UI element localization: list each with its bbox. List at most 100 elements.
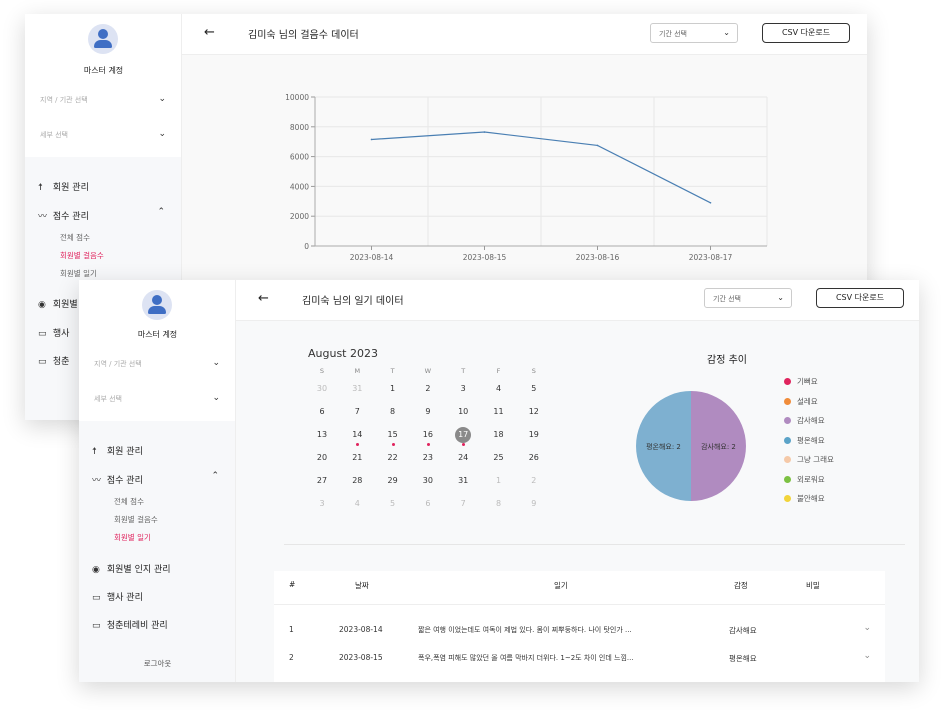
- period-select[interactable]: 기간 선택 ⌄: [650, 23, 738, 43]
- calendar-day[interactable]: 2: [516, 476, 552, 485]
- calendar-day[interactable]: 27: [304, 476, 340, 485]
- calendar-icon: ▭: [92, 593, 101, 603]
- calendar-day[interactable]: 26: [516, 453, 552, 462]
- calendar-day[interactable]: 18: [481, 430, 517, 439]
- calendar-day[interactable]: 3: [445, 384, 481, 393]
- detail-select[interactable]: 세부 선택 ⌄: [94, 393, 220, 404]
- submenu-member-diary[interactable]: 회원별 일기: [60, 268, 97, 279]
- chevron-up-icon[interactable]: ⌃: [157, 207, 165, 217]
- sidebar-item-scores[interactable]: 〰 점수 관리: [38, 209, 89, 222]
- submenu-all-scores[interactable]: 전체 점수: [114, 496, 144, 507]
- calendar-day[interactable]: 5: [516, 384, 552, 393]
- sidebar-item-events[interactable]: ▭ 행사 관리: [92, 590, 143, 603]
- sidebar-item-scores[interactable]: 〰 점수 관리: [92, 473, 143, 486]
- calendar-day[interactable]: 9: [410, 407, 446, 416]
- diary-marker-dot: [426, 443, 430, 446]
- sidebar-item-tv[interactable]: ▭ 청춘테레비 관리: [92, 618, 168, 631]
- calendar-day[interactable]: 31: [339, 384, 375, 393]
- emotion-icon: [784, 475, 791, 483]
- calendar-day[interactable]: 6: [304, 407, 340, 416]
- calendar-day[interactable]: 4: [339, 499, 375, 508]
- calendar-day[interactable]: 30: [410, 476, 446, 485]
- calendar-day[interactable]: 5: [375, 499, 411, 508]
- detail-select[interactable]: 세부 선택 ⌄: [40, 129, 166, 140]
- emotion-icon: [784, 378, 791, 385]
- calendar-day[interactable]: 31: [445, 476, 481, 485]
- detail-select-label: 세부 선택: [40, 131, 68, 139]
- person-icon: ☨: [38, 183, 43, 193]
- chevron-down-icon[interactable]: ⌄: [863, 623, 871, 633]
- y-tick-label: 0: [304, 242, 309, 251]
- csv-download-button[interactable]: CSV 다운로드: [762, 23, 850, 43]
- calendar-day[interactable]: 25: [481, 453, 517, 462]
- back-arrow-icon[interactable]: ←: [204, 25, 215, 40]
- calendar-day[interactable]: 7: [445, 499, 481, 508]
- sidebar-item-tv[interactable]: ▭ 청춘: [38, 354, 69, 367]
- calendar-day[interactable]: 11: [481, 407, 517, 416]
- calendar-day[interactable]: 21: [339, 453, 375, 462]
- legend-label: 불안해요: [797, 494, 825, 503]
- menu-label: 청춘: [52, 357, 70, 367]
- diary-window: 마스터 계정 지역 / 기관 선택 ⌄ 세부 선택 ⌄ ☨ 회원 관리 〰 점수 관…: [79, 280, 919, 682]
- monitor-icon: ▭: [38, 357, 47, 367]
- region-select-label: 지역 / 기관 선택: [94, 360, 142, 368]
- calendar-day[interactable]: 17: [445, 427, 481, 446]
- row-date: 2023-08-15: [339, 653, 383, 662]
- calendar-day[interactable]: 9: [516, 499, 552, 508]
- back-arrow-icon[interactable]: ←: [258, 291, 269, 306]
- header-no: #: [289, 580, 296, 589]
- avatar: [142, 290, 172, 320]
- weekday-label: W: [424, 367, 432, 375]
- submenu-member-steps[interactable]: 회원별 걸음수: [60, 250, 104, 261]
- selected-day-number: 17: [455, 427, 472, 443]
- region-select[interactable]: 지역 / 기관 선택 ⌄: [94, 358, 220, 369]
- chevron-up-icon[interactable]: ⌃: [211, 471, 219, 481]
- calendar-day[interactable]: 30: [304, 384, 340, 393]
- period-select[interactable]: 기간 선택 ⌄: [704, 288, 792, 308]
- calendar-day[interactable]: 7: [339, 407, 375, 416]
- page-title: 김미숙 님의 걸음수 데이터: [248, 30, 359, 41]
- main-panel: ← 김미숙 님의 일기 데이터 기간 선택 ⌄ CSV 다운로드 August 2…: [236, 280, 919, 682]
- submenu-all-scores[interactable]: 전체 점수: [60, 232, 90, 243]
- person-icon: ☨: [92, 447, 97, 457]
- region-select[interactable]: 지역 / 기관 선택 ⌄: [40, 94, 166, 105]
- calendar-day[interactable]: 2: [410, 384, 446, 393]
- menu-label: 회원 관리: [106, 447, 143, 457]
- sidebar-item-members[interactable]: ☨ 회원 관리: [92, 444, 143, 457]
- calendar-day[interactable]: 6: [410, 499, 446, 508]
- sidebar-item-cognitive[interactable]: ◉ 회원별: [38, 297, 78, 310]
- calendar-day[interactable]: 24: [445, 453, 481, 462]
- calendar-day[interactable]: 14: [339, 430, 375, 446]
- calendar-day[interactable]: 1: [375, 384, 411, 393]
- calendar-day[interactable]: 12: [516, 407, 552, 416]
- sidebar-item-cognitive[interactable]: ◉ 회원별 인지 관리: [92, 562, 171, 575]
- calendar-day[interactable]: 4: [481, 384, 517, 393]
- calendar-day[interactable]: 16: [410, 430, 446, 446]
- calendar-day[interactable]: 23: [410, 453, 446, 462]
- submenu-member-steps[interactable]: 회원별 걸음수: [114, 514, 158, 525]
- csv-download-button[interactable]: CSV 다운로드: [816, 288, 904, 308]
- calendar-day[interactable]: 22: [375, 453, 411, 462]
- calendar-day[interactable]: 20: [304, 453, 340, 462]
- calendar-day[interactable]: 13: [304, 430, 340, 439]
- calendar-day[interactable]: 15: [375, 430, 411, 446]
- calendar-day[interactable]: 8: [481, 499, 517, 508]
- logout-link[interactable]: 로그아웃: [79, 658, 236, 669]
- calendar-day[interactable]: 28: [339, 476, 375, 485]
- calendar-day[interactable]: 3: [304, 499, 340, 508]
- legend-item: 외로워요: [784, 474, 825, 485]
- calendar-day[interactable]: 29: [375, 476, 411, 485]
- calendar-day[interactable]: 19: [516, 430, 552, 439]
- submenu-member-diary[interactable]: 회원별 일기: [114, 532, 151, 543]
- legend-label: 감사해요: [797, 416, 825, 425]
- chevron-down-icon[interactable]: ⌄: [863, 651, 871, 661]
- divider: [284, 544, 905, 545]
- calendar-day[interactable]: 1: [481, 476, 517, 485]
- menu-label: 행사 관리: [106, 593, 143, 603]
- calendar-day[interactable]: 10: [445, 407, 481, 416]
- header: ← 김미숙 님의 일기 데이터 기간 선택 ⌄ CSV 다운로드: [236, 280, 919, 321]
- sidebar-item-members[interactable]: ☨ 회원 관리: [38, 180, 89, 193]
- chevron-down-icon: ⌄: [212, 393, 220, 403]
- sidebar-item-events[interactable]: ▭ 행사: [38, 326, 69, 339]
- calendar-day[interactable]: 8: [375, 407, 411, 416]
